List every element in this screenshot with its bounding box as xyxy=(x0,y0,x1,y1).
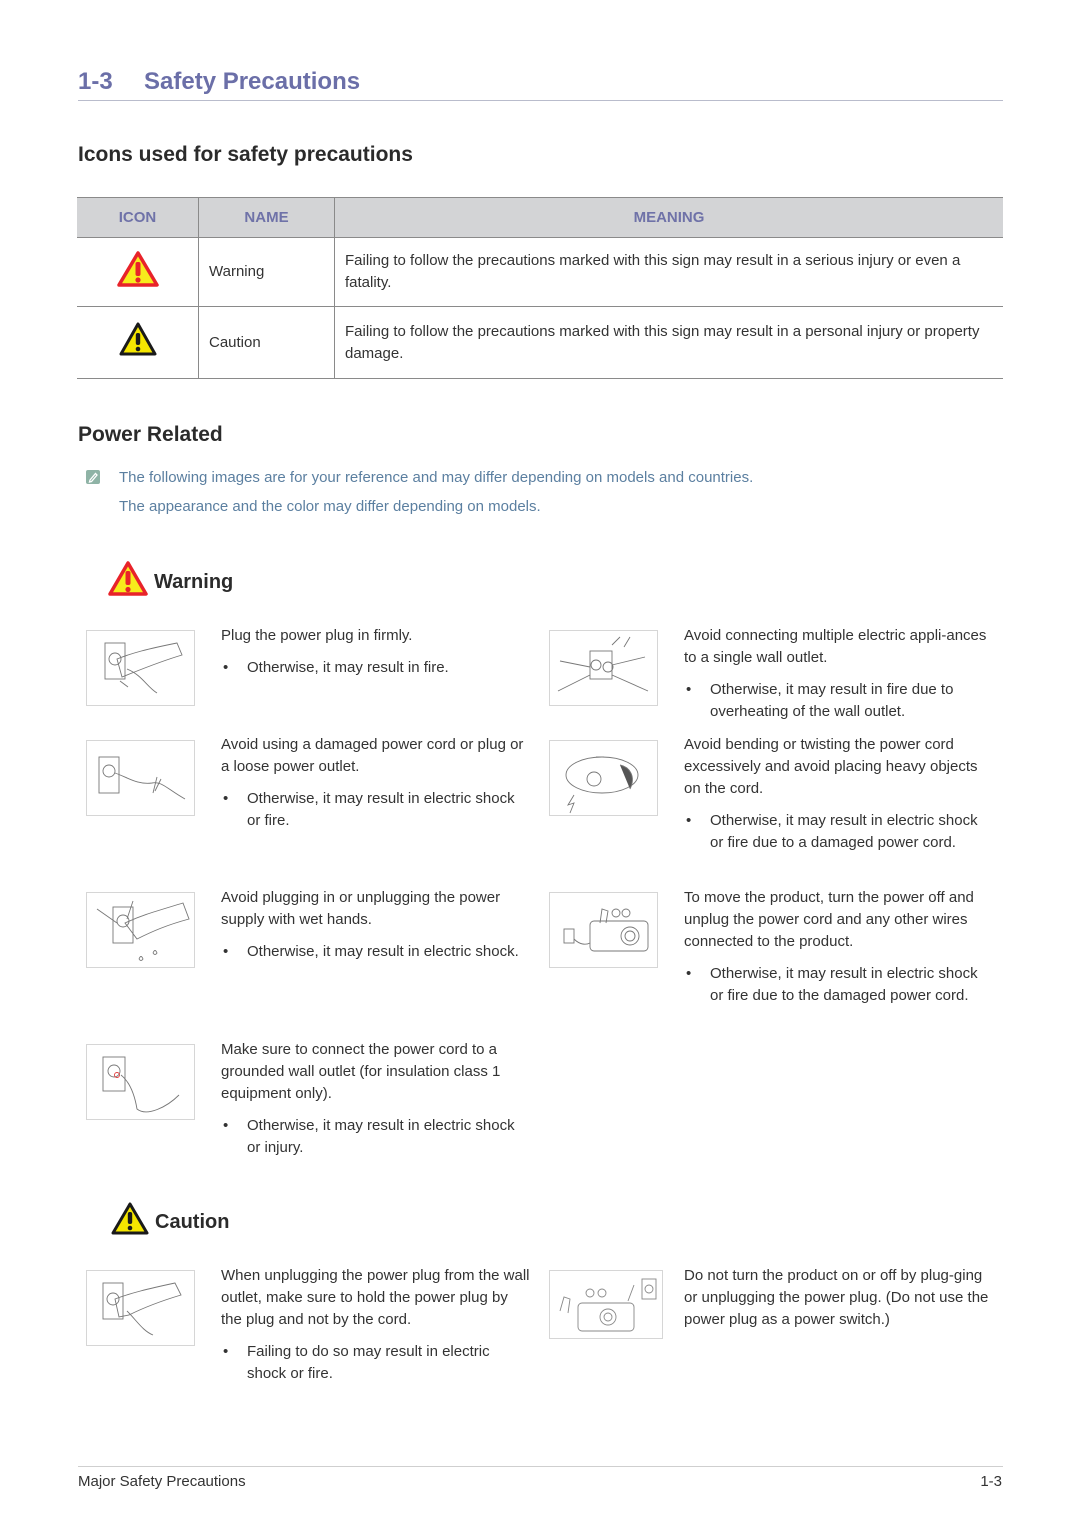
icons-section-heading: Icons used for safety precautions xyxy=(78,143,413,166)
item-text: Make sure to connect the power cord to a… xyxy=(221,1041,501,1102)
note-pencil-icon xyxy=(86,470,100,484)
meaning-cell: Failing to follow the precautions marked… xyxy=(334,306,1003,379)
icon-cell xyxy=(77,306,199,379)
caution-heading: Caution xyxy=(155,1211,230,1233)
caution-triangle-black-icon xyxy=(111,1202,149,1240)
name-cell: Caution xyxy=(198,306,335,379)
illustration-overloaded-outlet xyxy=(549,630,658,706)
illustration-projector-unplugged xyxy=(549,892,658,968)
item-text: Avoid using a damaged power cord or plug… xyxy=(221,736,524,775)
item-bullet: • Otherwise, it may result in electric sh… xyxy=(684,963,994,1007)
item-bullet: • Otherwise, it may result in fire due to… xyxy=(684,679,994,723)
illustration-damaged-cord xyxy=(86,740,195,816)
warning-triangle-red-icon xyxy=(116,250,159,291)
chapter-title-text: Safety Precautions xyxy=(144,68,361,95)
item-text: Avoid connecting multiple electric appli… xyxy=(684,627,987,666)
chapter-number: 1-3 xyxy=(78,68,113,95)
warning-triangle-red-icon xyxy=(108,561,148,601)
bullet-glyph: • xyxy=(686,681,692,698)
bullet-text: Otherwise, it may result in electric sho… xyxy=(247,943,519,960)
item-text: Do not turn the product on or off by plu… xyxy=(684,1267,989,1328)
caution-item: Do not turn the product on or off by plu… xyxy=(684,1265,994,1331)
bullet-glyph: • xyxy=(223,1117,229,1134)
item-bullet: • Otherwise, it may result in fire. xyxy=(221,657,531,679)
icons-table: ICON NAME MEANING Warning Failing to fol… xyxy=(77,197,1003,379)
footer-divider xyxy=(78,1466,1003,1467)
illustration-hand-unplugging xyxy=(86,1270,195,1346)
footer-section-title: Major Safety Precautions xyxy=(78,1473,246,1490)
bullet-glyph: • xyxy=(686,812,692,829)
bullet-glyph: • xyxy=(223,659,229,676)
illustration-grounded-outlet xyxy=(86,1044,195,1120)
warning-item: To move the product, turn the power off … xyxy=(684,887,994,1007)
bullet-text: Otherwise, it may result in electric sho… xyxy=(710,965,978,1004)
bullet-text: Otherwise, it may result in electric sho… xyxy=(247,790,515,829)
chapter-title: 1-3 Safety Precautions xyxy=(78,68,360,96)
power-section-heading: Power Related xyxy=(78,423,223,446)
item-bullet: • Otherwise, it may result in electric sh… xyxy=(221,788,531,832)
bullet-text: Otherwise, it may result in electric sho… xyxy=(247,1117,515,1156)
chapter-divider xyxy=(78,100,1003,101)
item-text: Avoid bending or twisting the power cord… xyxy=(684,736,978,797)
note-line-2: The appearance and the color may differ … xyxy=(119,498,541,515)
bullet-text: Otherwise, it may result in electric sho… xyxy=(710,812,978,851)
warning-item: Avoid connecting multiple electric appli… xyxy=(684,625,994,723)
warning-item: Make sure to connect the power cord to a… xyxy=(221,1039,531,1159)
warning-heading: Warning xyxy=(154,571,234,593)
warning-item: Plug the power plug in firmly. • Otherwis… xyxy=(221,625,531,679)
table-row: Caution Failing to follow the precaution… xyxy=(77,306,1003,379)
warning-item: Avoid using a damaged power cord or plug… xyxy=(221,734,531,832)
bullet-text: Otherwise, it may result in fire. xyxy=(247,659,449,676)
item-text: Avoid plugging in or unplugging the powe… xyxy=(221,889,501,928)
caution-triangle-black-icon xyxy=(119,322,157,360)
table-header-row: ICON NAME MEANING xyxy=(77,197,1003,238)
meaning-cell: Failing to follow the precautions marked… xyxy=(334,237,1003,307)
icon-cell xyxy=(77,237,199,307)
item-bullet: • Failing to do so may result in electric… xyxy=(221,1341,531,1385)
bullet-glyph: • xyxy=(223,943,229,960)
item-bullet: • Otherwise, it may result in electric sh… xyxy=(684,810,994,854)
illustration-wet-hand-plug xyxy=(86,892,195,968)
item-bullet: • Otherwise, it may result in electric sh… xyxy=(221,941,531,963)
warning-item: Avoid plugging in or unplugging the powe… xyxy=(221,887,531,963)
item-text: Plug the power plug in firmly. xyxy=(221,627,413,644)
bullet-text: Failing to do so may result in electric … xyxy=(247,1343,490,1382)
column-header-meaning: MEANING xyxy=(334,197,1003,238)
illustration-hand-plugging-plug xyxy=(86,630,195,706)
item-text: When unplugging the power plug from the … xyxy=(221,1267,530,1328)
page-number: 1-3 xyxy=(980,1473,1002,1490)
bullet-glyph: • xyxy=(686,965,692,982)
table-row: Warning Failing to follow the precaution… xyxy=(77,237,1003,307)
bullet-glyph: • xyxy=(223,1343,229,1360)
caution-item: When unplugging the power plug from the … xyxy=(221,1265,531,1385)
column-header-name: NAME xyxy=(198,197,335,238)
illustration-projector-plug-switch xyxy=(549,1270,663,1339)
bullet-glyph: • xyxy=(223,790,229,807)
column-header-icon: ICON xyxy=(77,197,199,238)
note-line-1: The following images are for your refere… xyxy=(119,469,754,486)
item-bullet: • Otherwise, it may result in electric sh… xyxy=(221,1115,531,1159)
bullet-text: Otherwise, it may result in fire due to … xyxy=(710,681,954,720)
warning-item: Avoid bending or twisting the power cord… xyxy=(684,734,994,854)
item-text: To move the product, turn the power off … xyxy=(684,889,974,950)
illustration-projector-on-cord xyxy=(549,740,658,816)
name-cell: Warning xyxy=(198,237,335,307)
